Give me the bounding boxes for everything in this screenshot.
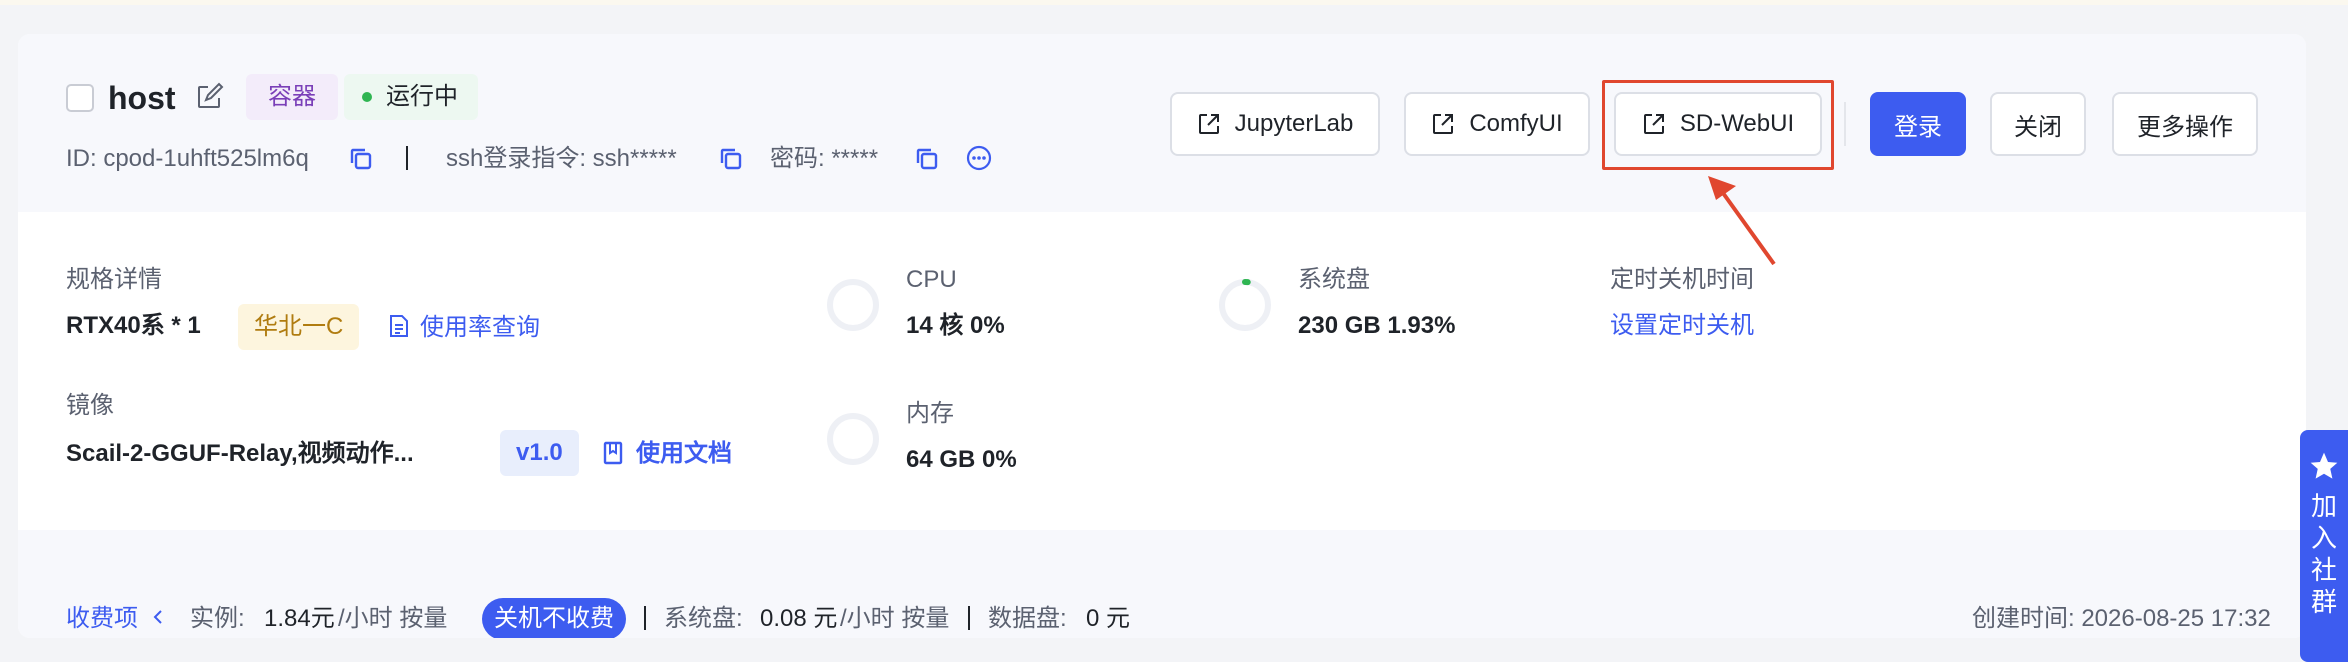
chevron-left-icon bbox=[153, 610, 162, 624]
cpu-label: CPU bbox=[906, 266, 957, 293]
disk-fee-price: 0.08 元 bbox=[760, 605, 838, 632]
disk-usage-ring bbox=[1219, 279, 1271, 331]
top-strip bbox=[0, 0, 2348, 5]
type-tag: 容器 bbox=[246, 74, 338, 120]
data-disk-fee-label: 数据盘: bbox=[988, 605, 1067, 632]
book-icon bbox=[603, 441, 623, 465]
disk-value: 230 GB 1.93% bbox=[1298, 312, 1456, 339]
login-button[interactable]: 登录 bbox=[1870, 92, 1966, 156]
password: 密码: ***** bbox=[770, 145, 879, 172]
no-charge-badge: 关机不收费 bbox=[482, 598, 626, 638]
instance-header: host 容器 运行中 ID: cpod-1uhft525lm6q ssh登录指… bbox=[18, 34, 2306, 212]
ssh-command: ssh登录指令: ssh***** bbox=[446, 145, 677, 172]
instance-fee-label: 实例: bbox=[190, 605, 245, 632]
version-tag: v1.0 bbox=[500, 430, 579, 476]
more-actions-button[interactable]: 更多操作 bbox=[2112, 92, 2258, 156]
usage-query-link[interactable]: 使用率查询 bbox=[420, 312, 540, 344]
copy-password-icon[interactable] bbox=[914, 146, 940, 172]
docs-link[interactable]: 使用文档 bbox=[636, 438, 732, 470]
memory-usage-ring bbox=[827, 413, 879, 465]
join-community-label: 加入社群 bbox=[2310, 491, 2337, 617]
data-disk-fee-price: 0 元 bbox=[1086, 605, 1131, 632]
billing-label: 收费项 bbox=[66, 605, 138, 632]
created-time: 创建时间: 2026-08-25 17:32 bbox=[1972, 605, 2271, 632]
edit-icon[interactable] bbox=[194, 82, 224, 112]
instance-card: host 容器 运行中 ID: cpod-1uhft525lm6q ssh登录指… bbox=[18, 34, 2306, 638]
copy-id-icon[interactable] bbox=[348, 146, 374, 172]
copy-ssh-icon[interactable] bbox=[718, 146, 744, 172]
billing-separator bbox=[644, 606, 646, 630]
status-badge: 运行中 bbox=[344, 74, 478, 120]
more-icon[interactable] bbox=[965, 144, 993, 172]
instance-fee-price: 1.84元 bbox=[264, 605, 335, 632]
comfyui-button[interactable]: ComfyUI bbox=[1404, 92, 1590, 156]
jupyterlab-button[interactable]: JupyterLab bbox=[1170, 92, 1380, 156]
memory-value: 64 GB 0% bbox=[906, 446, 1017, 473]
region-tag: 华北一C bbox=[238, 304, 360, 350]
annotation-arrow-icon bbox=[1708, 176, 1776, 266]
disk-label: 系统盘 bbox=[1298, 266, 1370, 293]
gpu-spec: RTX40系 * 1 bbox=[66, 312, 201, 339]
cpu-usage-ring bbox=[827, 279, 879, 331]
specs-label: 规格详情 bbox=[66, 266, 162, 293]
image-name: Scail-2-GGUF-Relay,视频动作... bbox=[66, 440, 414, 467]
join-community-tab[interactable]: 加入社群 bbox=[2300, 430, 2348, 662]
disk-fee-unit: /小时 按量 bbox=[840, 605, 950, 632]
document-icon bbox=[390, 315, 408, 337]
instance-name: host bbox=[108, 80, 176, 116]
status-text: 运行中 bbox=[386, 83, 458, 110]
billing-separator bbox=[968, 606, 970, 630]
actions-separator bbox=[1844, 102, 1846, 146]
meta-separator bbox=[406, 146, 408, 170]
memory-label: 内存 bbox=[906, 400, 954, 427]
external-link-icon bbox=[1198, 114, 1219, 134]
disk-fee-label: 系统盘: bbox=[664, 605, 743, 632]
instance-id: ID: cpod-1uhft525lm6q bbox=[66, 145, 309, 172]
image-label: 镜像 bbox=[66, 392, 114, 419]
status-dot-icon bbox=[362, 92, 372, 102]
cpu-value: 14 核 0% bbox=[906, 312, 1005, 339]
select-checkbox[interactable] bbox=[66, 84, 94, 112]
star-icon bbox=[2310, 452, 2338, 479]
instance-fee-unit: /小时 按量 bbox=[338, 605, 448, 632]
jupyterlab-label: JupyterLab bbox=[1234, 110, 1354, 137]
sdwebui-highlight bbox=[1602, 80, 1834, 170]
schedule-shutdown-link[interactable]: 设置定时关机 bbox=[1610, 310, 1754, 342]
comfyui-label: ComfyUI bbox=[1469, 110, 1563, 137]
billing-toggle[interactable]: 收费项 bbox=[66, 602, 165, 636]
external-link-icon bbox=[1433, 114, 1454, 134]
close-button[interactable]: 关闭 bbox=[1990, 92, 2086, 156]
